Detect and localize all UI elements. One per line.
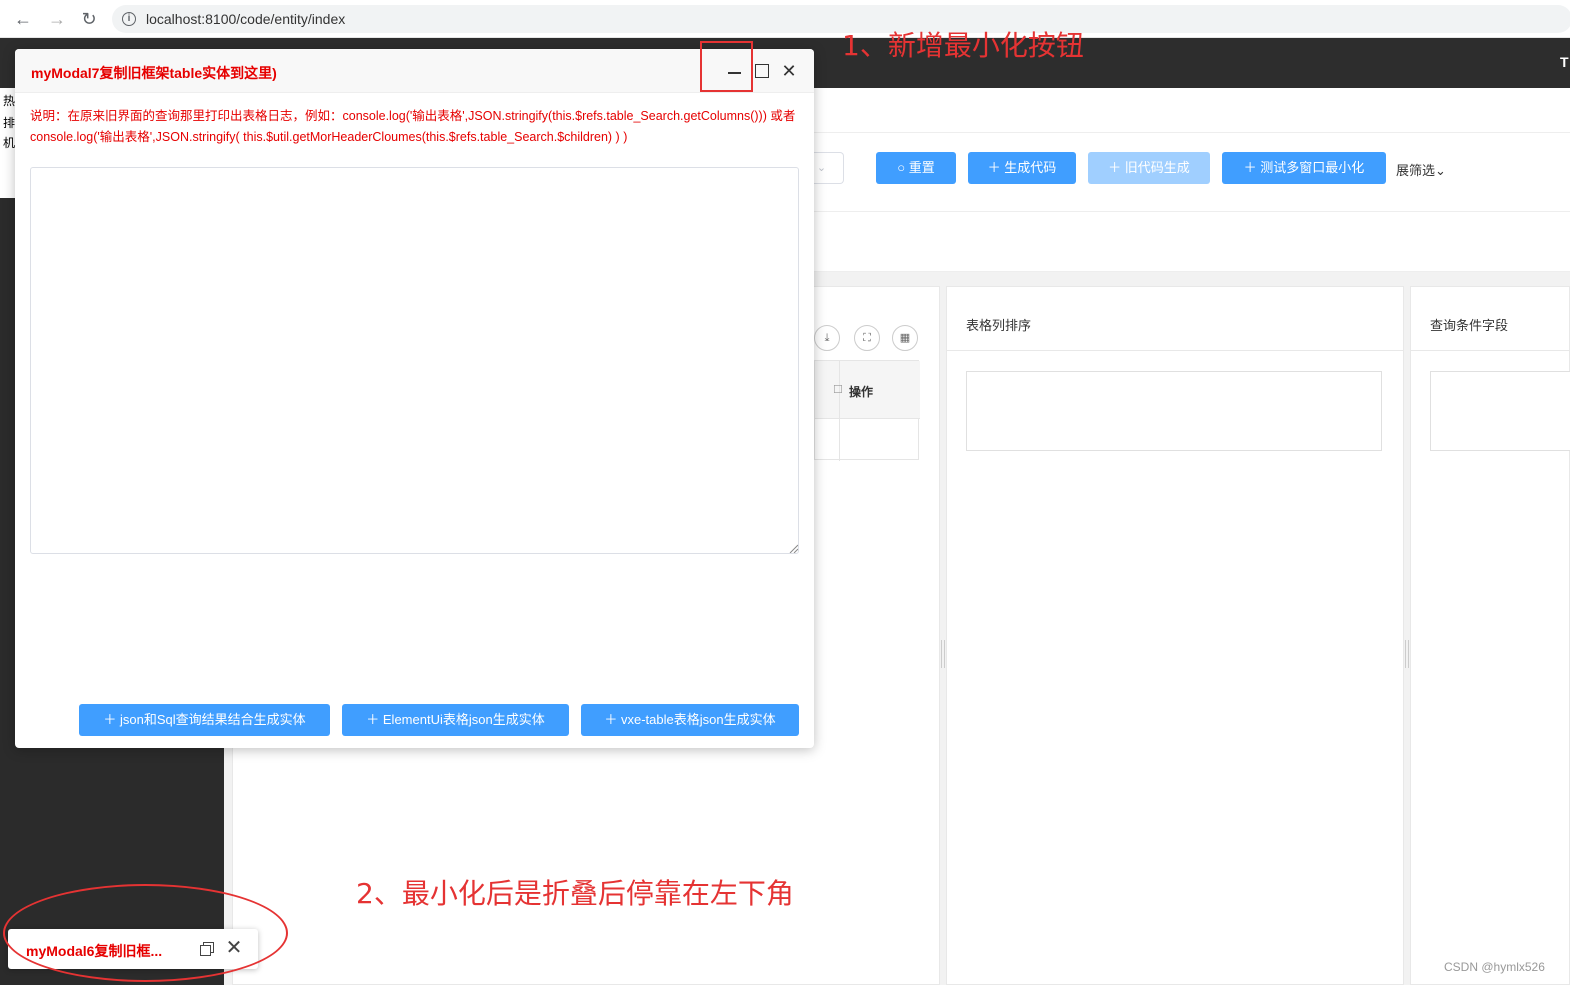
vxe-table-generate-button[interactable]: ＋ vxe-table表格json生成实体 <box>581 704 799 736</box>
vxe-table-label: vxe-table表格json生成实体 <box>621 712 776 727</box>
dock-highlight-ellipse <box>3 884 288 982</box>
modal-title: myModal7复制旧框架table实体到这里) <box>31 65 277 81</box>
annotation-docked-bottom-left: 2、最小化后是折叠后停靠在左下角 <box>356 877 794 910</box>
generate-label: 生成代码 <box>1004 160 1057 175</box>
search-icon: ○ <box>897 160 909 175</box>
reload-icon[interactable]: ↻ <box>78 8 100 30</box>
json-sql-generate-button[interactable]: ＋ json和Sql查询结果结合生成实体 <box>79 704 330 736</box>
table-sort-panel-header: 表格列排序 <box>946 295 1404 351</box>
plus-icon: ＋ <box>987 160 1005 175</box>
sidebar-char: 机 <box>3 136 16 150</box>
plus-icon: ＋ <box>604 712 621 727</box>
back-icon[interactable]: ← <box>12 8 34 30</box>
reset-button[interactable]: ○ 重置 <box>876 152 956 184</box>
sidebar-edge: 热 排 机 <box>0 88 16 198</box>
generate-code-button[interactable]: ＋ 生成代码 <box>968 152 1076 184</box>
modal-header[interactable]: myModal7复制旧框架table实体到这里) ✕ <box>15 49 814 93</box>
sidebar-char: 热 <box>3 94 16 108</box>
grid-settings-icon[interactable]: ▦ <box>892 325 918 351</box>
expand-filter-link[interactable]: 展筛选⌄ <box>1396 160 1446 179</box>
close-icon[interactable]: ✕ <box>779 61 799 81</box>
old-code-generate-button[interactable]: ＋ 旧代码生成 <box>1088 152 1210 184</box>
address-bar[interactable]: i localhost:8100/code/entity/index <box>112 5 1570 33</box>
browser-toolbar: ← → ↻ i localhost:8100/code/entity/index <box>0 0 1570 38</box>
split-handle[interactable] <box>941 640 945 668</box>
modal-description: 说明：在原来旧界面的查询那里打印出表格日志，例如：console.log('输出… <box>30 109 796 144</box>
test-minimize-button[interactable]: ＋ 测试多窗口最小化 <box>1222 152 1386 184</box>
minimize-highlight-box <box>700 41 753 92</box>
forward-icon[interactable]: → <box>46 8 68 30</box>
test-minimize-label: 测试多窗口最小化 <box>1260 160 1365 175</box>
annotation-minimize-button: 1、新增最小化按钮 <box>842 29 1084 62</box>
plus-icon: ＋ <box>1108 160 1125 175</box>
table-sort-title: 表格列排序 <box>966 318 1032 333</box>
plus-icon: ＋ <box>103 712 120 727</box>
table-sort-list[interactable] <box>966 371 1382 451</box>
plus-icon: ＋ <box>1243 160 1261 175</box>
maximize-icon[interactable] <box>752 61 772 81</box>
split-handle[interactable] <box>1405 640 1409 668</box>
resize-grip-icon[interactable] <box>788 543 798 553</box>
chevron-down-icon: ⌄ <box>1435 163 1446 178</box>
checkbox-icon[interactable]: ☐ <box>833 383 843 396</box>
json-sql-label: json和Sql查询结果结合生成实体 <box>119 712 306 727</box>
plus-icon: ＋ <box>366 712 383 727</box>
download-icon[interactable]: ⤓ <box>814 325 840 351</box>
expand-filter-label: 展筛选 <box>1396 163 1436 178</box>
watermark: CSDN @hymlx526 <box>1444 960 1545 974</box>
header-corner-text: T <box>1560 54 1569 70</box>
query-fields-panel-header: 查询条件字段 <box>1410 295 1570 351</box>
query-fields-list[interactable] <box>1430 371 1570 451</box>
reset-label: 重置 <box>908 160 935 175</box>
json-input-textarea[interactable] <box>30 167 799 554</box>
column-divider <box>839 361 840 461</box>
old-generate-label: 旧代码生成 <box>1124 160 1190 175</box>
fullscreen-icon[interactable]: ⛶ <box>854 325 880 351</box>
sidebar-char: 排 <box>3 116 16 130</box>
elementui-generate-button[interactable]: ＋ ElementUi表格json生成实体 <box>342 704 569 736</box>
query-fields-title: 查询条件字段 <box>1430 318 1509 333</box>
info-icon[interactable]: i <box>122 12 136 26</box>
url-text: localhost:8100/code/entity/index <box>146 11 346 27</box>
elementui-label: ElementUi表格json生成实体 <box>382 712 545 727</box>
data-table: ☐ 操作 <box>814 360 920 461</box>
modal-dialog: myModal7复制旧框架table实体到这里) ✕ 说明：在原来旧界面的查询那… <box>15 49 814 748</box>
operation-column-header: 操作 <box>849 385 874 399</box>
